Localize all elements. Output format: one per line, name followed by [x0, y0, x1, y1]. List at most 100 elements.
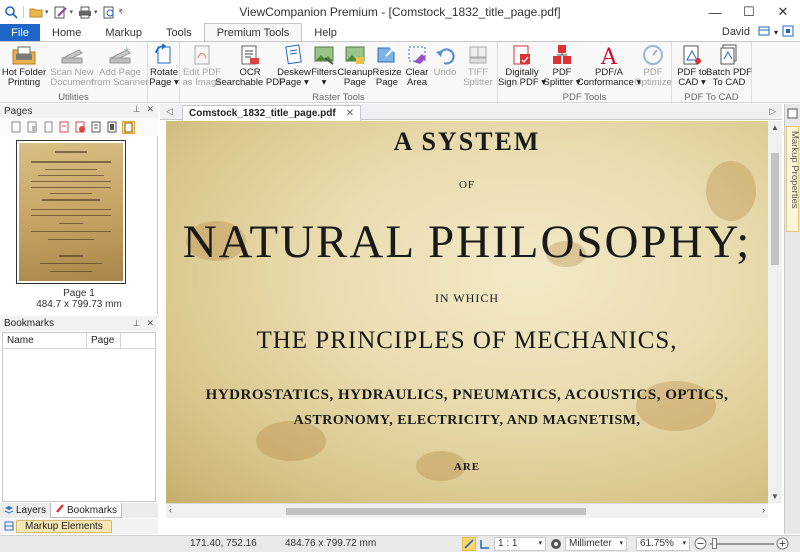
cleanup-page-button[interactable]: Cleanup Page — [337, 44, 373, 88]
close-icon[interactable]: ✕ — [766, 0, 800, 24]
hot-folder-icon — [11, 44, 37, 66]
document-tab[interactable]: Comstock_1832_title_page.pdf ✕ — [182, 105, 362, 121]
scroll-up-icon[interactable]: ▲ — [771, 123, 779, 132]
remove-page-icon[interactable] — [74, 121, 87, 134]
tab-markup[interactable]: Markup — [93, 24, 154, 41]
group-utilities: Hot Folder Printing Scan New Document + … — [0, 42, 149, 104]
hot-folder-printing-button[interactable]: Hot Folder Printing — [2, 44, 46, 88]
snap-icon[interactable] — [461, 536, 477, 552]
resize-page-button[interactable]: Resize Page — [372, 44, 402, 88]
ribbon-options-icon[interactable] — [758, 26, 770, 39]
page-list-icon[interactable] — [106, 121, 119, 134]
bookmarks-pin-icon[interactable]: ⊥ — [133, 318, 141, 329]
append-page-icon[interactable] — [26, 121, 39, 134]
clear-area-button[interactable]: Clear Area — [402, 44, 432, 88]
pin-icon[interactable]: ⊥ — [133, 104, 141, 115]
pdf-optimize-button[interactable]: PDF Optimize — [634, 44, 672, 88]
tab-bookmarks[interactable]: Bookmarks — [50, 503, 123, 518]
horizontal-scrollbar[interactable]: ‹ › — [166, 503, 768, 518]
scroll-left-icon[interactable]: ‹ — [169, 505, 172, 515]
open-folder-icon[interactable] — [29, 5, 43, 19]
pdf-splitter-icon — [549, 44, 575, 66]
scroll-right-icon[interactable]: › — [762, 505, 765, 515]
optimize-gauge-icon — [640, 44, 666, 66]
restore-layout-icon[interactable] — [782, 25, 794, 40]
close-panel-icon[interactable]: ✕ — [146, 104, 154, 115]
unit-select[interactable]: Millimeter ▾ — [565, 537, 627, 551]
group-label-pdf-to-cad: PDF To CAD — [684, 92, 739, 103]
unit-dropdown-icon[interactable]: ▾ — [619, 538, 623, 550]
page-thumbnail[interactable] — [16, 140, 126, 284]
vertical-scrollbar[interactable]: ▲ ▼ — [768, 121, 782, 503]
markup-elements-button[interactable]: Markup Elements — [16, 520, 112, 533]
scale-dropdown-icon[interactable]: ▾ — [538, 538, 542, 550]
bookmarks-close-icon[interactable]: ✕ — [146, 318, 154, 329]
print-icon[interactable] — [78, 5, 92, 19]
edit-dropdown-icon[interactable]: ▾ — [70, 8, 74, 16]
thumbnail-view-icon[interactable] — [122, 120, 135, 134]
document-canvas[interactable]: A SYSTEM OF NATURAL PHILOSOPHY; IN WHICH… — [166, 121, 768, 503]
rotate-page-button[interactable]: Rotate Page ▾ — [149, 44, 179, 88]
copy-page-icon[interactable] — [42, 121, 55, 134]
bookmarks-panel-header: Bookmarks ⊥ ✕ — [0, 316, 158, 331]
column-header-name[interactable]: Name — [3, 333, 87, 348]
document-tab-close-icon[interactable]: ✕ — [346, 108, 354, 119]
column-header-page[interactable]: Page — [87, 333, 121, 348]
tabs-scroll-right-icon[interactable]: ▷ — [769, 106, 776, 117]
user-name[interactable]: David — [722, 26, 750, 38]
panel-toggle-icon[interactable] — [787, 108, 798, 122]
scale-select[interactable]: 1 : 1 ▾ — [494, 537, 546, 551]
thumbnail-preview — [19, 143, 123, 281]
zoom-dropdown-icon[interactable]: ▾ — [682, 538, 686, 550]
ocr-searchable-pdf-button[interactable]: OCR Searchable PDF — [215, 44, 285, 88]
zoom-slider-track[interactable] — [710, 543, 774, 545]
page-properties-icon[interactable] — [90, 121, 103, 134]
print-preview-icon[interactable] — [103, 5, 117, 19]
bookmarks-panel-title: Bookmarks — [4, 318, 55, 329]
zoom-slider-thumb[interactable] — [712, 538, 717, 549]
print-dropdown-icon[interactable]: ▾ — [94, 8, 98, 16]
pdfa-conformance-button[interactable]: A PDF/A Conformance ▾ — [577, 44, 641, 88]
add-page-from-scanner-button[interactable]: + Add Page from Scanner — [91, 44, 148, 88]
tabs-scroll-left-icon[interactable]: ◁ — [166, 106, 173, 117]
bookmark-icon — [55, 504, 65, 516]
delete-page-icon[interactable] — [58, 121, 71, 134]
edit-document-icon[interactable] — [54, 5, 68, 19]
scan-new-document-button[interactable]: Scan New Document — [50, 44, 94, 88]
scroll-down-icon[interactable]: ▼ — [771, 492, 779, 501]
tab-premium-tools[interactable]: Premium Tools — [203, 23, 303, 41]
tab-layers[interactable]: Layers — [0, 503, 50, 518]
zoom-select[interactable]: 61.75% ▾ — [636, 537, 690, 551]
maximize-icon[interactable]: ☐ — [732, 0, 766, 24]
page-caption: Page 1 — [63, 288, 95, 299]
customize-qat-icon[interactable]: ₹ — [119, 8, 123, 16]
tab-help[interactable]: Help — [302, 24, 349, 41]
pdf-to-cad-icon — [679, 44, 705, 66]
ocr-icon — [237, 44, 263, 66]
zoom-in-icon[interactable] — [776, 537, 789, 552]
group-pdf-tools: Digitally Sign PDF ▾ PDF Splitter ▾ A PD… — [498, 42, 672, 104]
open-dropdown-icon[interactable]: ▾ — [45, 8, 49, 16]
tab-file[interactable]: File — [0, 24, 40, 41]
edit-pdf-icon — [189, 44, 215, 66]
tab-home[interactable]: Home — [40, 24, 93, 41]
minimize-icon[interactable]: — — [698, 0, 732, 24]
app-search-icon[interactable] — [4, 5, 18, 19]
insert-page-icon[interactable] — [10, 121, 23, 134]
ribbon-dropdown-icon[interactable]: ▾ — [774, 28, 778, 37]
batch-pdf-to-cad-button[interactable]: Batch PDF To CAD — [706, 44, 752, 88]
filters-icon — [311, 44, 337, 66]
zoom-out-icon[interactable] — [694, 537, 707, 552]
pdf-to-cad-button[interactable]: PDF to CAD ▾ — [676, 44, 708, 88]
filters-button[interactable]: Filters ▾ — [310, 44, 338, 88]
undo-button[interactable]: Undo — [432, 44, 458, 78]
deskew-page-button[interactable]: Deskew Page ▾ — [277, 44, 311, 88]
digitally-sign-pdf-button[interactable]: Digitally Sign PDF ▾ — [498, 44, 546, 88]
ortho-icon[interactable] — [479, 538, 491, 552]
cursor-coordinates: 171.40, 752.16 — [190, 538, 257, 549]
markup-properties-tab[interactable]: Markup Properties — [786, 126, 800, 232]
vertical-scroll-thumb[interactable] — [771, 153, 779, 265]
tiff-splitter-button[interactable]: TIFF Splitter — [462, 44, 494, 88]
horizontal-scroll-thumb[interactable] — [286, 508, 586, 515]
tab-tools[interactable]: Tools — [154, 24, 204, 41]
